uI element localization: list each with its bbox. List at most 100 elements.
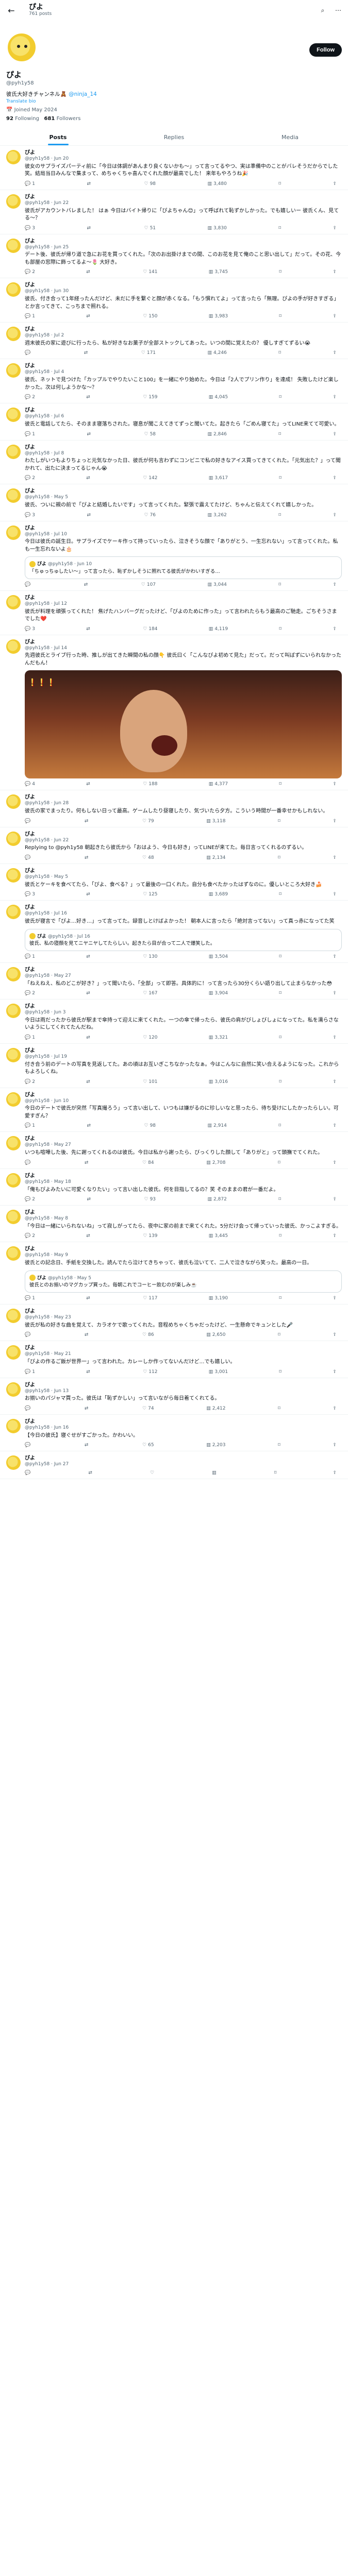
like-button[interactable]: ♡ 58 [144,432,156,437]
bookmark-button[interactable]: ⌑ [279,269,281,275]
tweet[interactable]: ぴよ @pyh1y58 · Jun 20 彼女のサプライズパーティ前に「今日は体調が… [0,146,348,190]
tweet[interactable]: ぴよ @pyh1y58 · Jun 22 Replying to @pyh1y58 … [0,827,348,864]
reply-button[interactable]: 💬 1 [25,314,35,319]
like-button[interactable]: ♡ 150 [143,314,157,319]
tweet-author[interactable]: ぴよ [25,282,35,288]
followers-link[interactable]: 681 Followers [44,116,81,122]
share-button[interactable]: ⇪ [333,476,337,481]
like-button[interactable]: ♡ 125 [143,892,157,897]
bookmark-button[interactable]: ⌑ [278,582,281,587]
repost-button[interactable]: ⇄ [86,1369,92,1375]
share-button[interactable]: ⇪ [333,1470,337,1476]
tweet[interactable]: ぴよ @pyh1y58 · Jul 16 彼氏が寝言で「ぴよ…好き…」って言ってた。… [0,901,348,963]
bookmark-button[interactable]: ⌑ [279,954,281,959]
bookmark-button[interactable]: ⌑ [278,513,281,518]
tweet[interactable]: ぴよ @pyh1y58 · Jul 8 わたしがいつもよりちょっと元気なかった日、彼… [0,440,348,485]
like-button[interactable]: ♡ 171 [141,350,156,355]
quoted-tweet[interactable]: ぴよ @pyh1y58 · Jul 16 彼氏、私の寝顔を見てニヤニヤしてたらしい… [25,928,342,951]
tweet-author[interactable]: ぴよ [25,1136,35,1142]
reply-button[interactable]: 💬 2 [25,269,35,275]
tweet-author[interactable]: ぴよ [25,526,35,531]
reply-button[interactable]: 💬 1 [25,1035,35,1040]
repost-button[interactable]: ⇄ [87,1123,92,1128]
tweet-author[interactable]: ぴよ [25,1455,35,1461]
tweet-avatar[interactable] [6,1308,21,1323]
reply-button[interactable]: 💬 2 [25,1197,35,1202]
views-button[interactable]: ▥ 3,001 [209,1369,228,1375]
tweet-avatar[interactable] [6,831,21,846]
reply-button[interactable]: 💬 3 [25,626,35,632]
more-icon[interactable]: ⋯ [334,6,343,15]
views-button[interactable]: ▥ 2,412 [206,1406,225,1411]
bookmark-button[interactable]: ⌑ [279,782,281,787]
like-button[interactable]: ♡ 98 [144,181,156,187]
tweet-avatar[interactable] [6,967,21,981]
repost-button[interactable]: ⇄ [86,1233,92,1239]
reply-button[interactable]: 💬 3 [25,513,35,518]
share-button[interactable]: ⇪ [333,892,337,897]
tweet[interactable]: ぴよ @pyh1y58 · May 18 「俺もぴよみたいに可愛くなりたい」って言い… [0,1169,348,1206]
share-button[interactable]: ⇪ [333,991,337,996]
bookmark-button[interactable]: ⌑ [278,1123,281,1128]
repost-button[interactable]: ⇄ [87,181,92,187]
share-button[interactable]: ⇪ [333,1197,337,1202]
tweet[interactable]: ぴよ @pyh1y58 · May 21 「ぴよの作るご飯が世界一」って言われた。カ… [0,1341,348,1378]
tab-replies[interactable]: Replies [116,129,232,145]
repost-button[interactable]: ⇄ [85,1406,90,1411]
reply-button[interactable]: 💬 2 [25,476,35,481]
repost-button[interactable]: ⇄ [86,269,92,275]
bookmark-button[interactable]: ⌑ [274,1470,277,1476]
views-button[interactable]: ▥ 2,708 [206,1160,225,1165]
tweet-avatar[interactable] [6,1047,21,1062]
views-button[interactable]: ▥ 3,190 [209,1296,228,1301]
repost-button[interactable]: ⇄ [85,819,90,824]
tweet-meta[interactable]: @pyh1y58 · May 18 [25,1179,342,1185]
tweet-meta[interactable]: @pyh1y58 · May 27 [25,973,342,979]
like-button[interactable]: ♡ [150,1470,156,1476]
tweet-avatar[interactable] [6,363,21,378]
views-button[interactable]: ▥ 3,480 [208,181,227,187]
views-button[interactable]: ▥ 3,504 [209,954,228,959]
repost-button[interactable]: ⇄ [84,350,90,355]
tweet-avatar[interactable] [6,595,21,609]
views-button[interactable]: ▥ 3,118 [206,819,225,824]
tweet-meta[interactable]: @pyh1y58 · Jul 19 [25,1054,342,1060]
search-icon[interactable]: ⌕ [318,6,327,15]
tweet-avatar[interactable] [6,1136,21,1151]
reply-button[interactable]: 💬 [25,1160,32,1165]
tweet-avatar[interactable] [6,1455,21,1470]
repost-button[interactable]: ⇄ [86,1079,92,1084]
share-button[interactable]: ⇪ [333,582,337,587]
bookmark-button[interactable]: ⌑ [278,1197,281,1202]
views-button[interactable]: ▥ 3,262 [208,513,227,518]
tweet-avatar[interactable] [6,327,21,342]
repost-button[interactable]: ⇄ [86,782,92,787]
tweet-avatar[interactable] [6,794,21,809]
reply-button[interactable]: 💬 1 [25,181,35,187]
tweet-author[interactable]: ぴよ [25,1210,35,1215]
bookmark-button[interactable]: ⌑ [279,476,281,481]
tweet-meta[interactable]: @pyh1y58 · Jun 22 [25,838,342,843]
tweet-meta[interactable]: @pyh1y58 · Jun 28 [25,801,342,806]
tweet-avatar[interactable] [6,1173,21,1188]
tweet[interactable]: ぴよ @pyh1y58 · Jun 28 彼氏の家でまったり。何もしない日って最高。… [0,790,348,827]
tweet-avatar[interactable] [6,1382,21,1397]
tweet-author[interactable]: ぴよ [25,194,35,200]
repost-button[interactable]: ⇄ [86,991,92,996]
tweet-author[interactable]: ぴよ [25,1382,35,1388]
tweet[interactable]: ぴよ @pyh1y58 · May 5 彼氏とケーキを食べてたら、「ぴよ、食べる？」… [0,864,348,901]
quoted-tweet[interactable]: ぴよ @pyh1y58 · Jun 10 「ちゅっちゅしたい〜」って言ったら、恥ず… [25,556,342,579]
share-button[interactable]: ⇪ [333,1296,337,1301]
bookmark-button[interactable]: ⌑ [279,1233,281,1239]
repost-button[interactable]: ⇄ [84,582,90,587]
share-button[interactable]: ⇪ [333,1233,337,1239]
views-button[interactable]: ▥ 3,445 [209,1233,228,1239]
reply-button[interactable]: 💬 2 [25,1233,35,1239]
reply-button[interactable]: 💬 2 [25,395,35,400]
reply-button[interactable]: 💬 [25,582,32,587]
bookmark-button[interactable]: ⌑ [279,1035,281,1040]
reply-button[interactable]: 💬 [25,1443,32,1448]
tweet-meta[interactable]: @pyh1y58 · Jul 10 [25,532,342,537]
like-button[interactable]: ♡ 98 [144,1123,156,1128]
views-button[interactable]: ▥ 2,134 [206,855,225,860]
